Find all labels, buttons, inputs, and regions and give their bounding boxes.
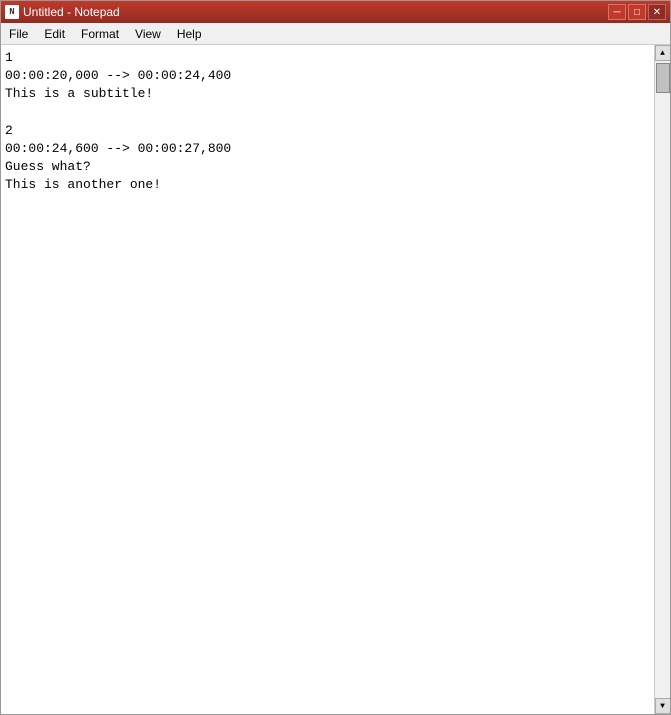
menu-file[interactable]: File [1,23,36,44]
scrollbar-thumb[interactable] [656,63,670,93]
window-controls: ─ □ ✕ [608,4,666,20]
menu-format[interactable]: Format [73,23,127,44]
scroll-up-arrow[interactable]: ▲ [655,45,671,61]
menu-view[interactable]: View [127,23,169,44]
restore-button[interactable]: □ [628,4,646,20]
scrollbar-track[interactable] [655,61,670,698]
menu-bar: File Edit Format View Help [1,23,670,45]
title-bar-left: N Untitled - Notepad [5,5,120,19]
app-icon: N [5,5,19,19]
menu-view-label: View [135,27,161,41]
title-bar: N Untitled - Notepad ─ □ ✕ [1,1,670,23]
menu-edit[interactable]: Edit [36,23,73,44]
text-editor[interactable] [1,45,654,714]
scroll-down-arrow[interactable]: ▼ [655,698,671,714]
app-icon-label: N [9,7,14,17]
editor-container: ▲ ▼ [1,45,670,714]
menu-format-label: Format [81,27,119,41]
notepad-window: N Untitled - Notepad ─ □ ✕ File Edit For… [0,0,671,715]
vertical-scrollbar[interactable]: ▲ ▼ [654,45,670,714]
menu-edit-label: Edit [44,27,65,41]
window-title: Untitled - Notepad [23,5,120,19]
minimize-button[interactable]: ─ [608,4,626,20]
close-button[interactable]: ✕ [648,4,666,20]
menu-help-label: Help [177,27,202,41]
menu-help[interactable]: Help [169,23,210,44]
menu-file-label: File [9,27,28,41]
